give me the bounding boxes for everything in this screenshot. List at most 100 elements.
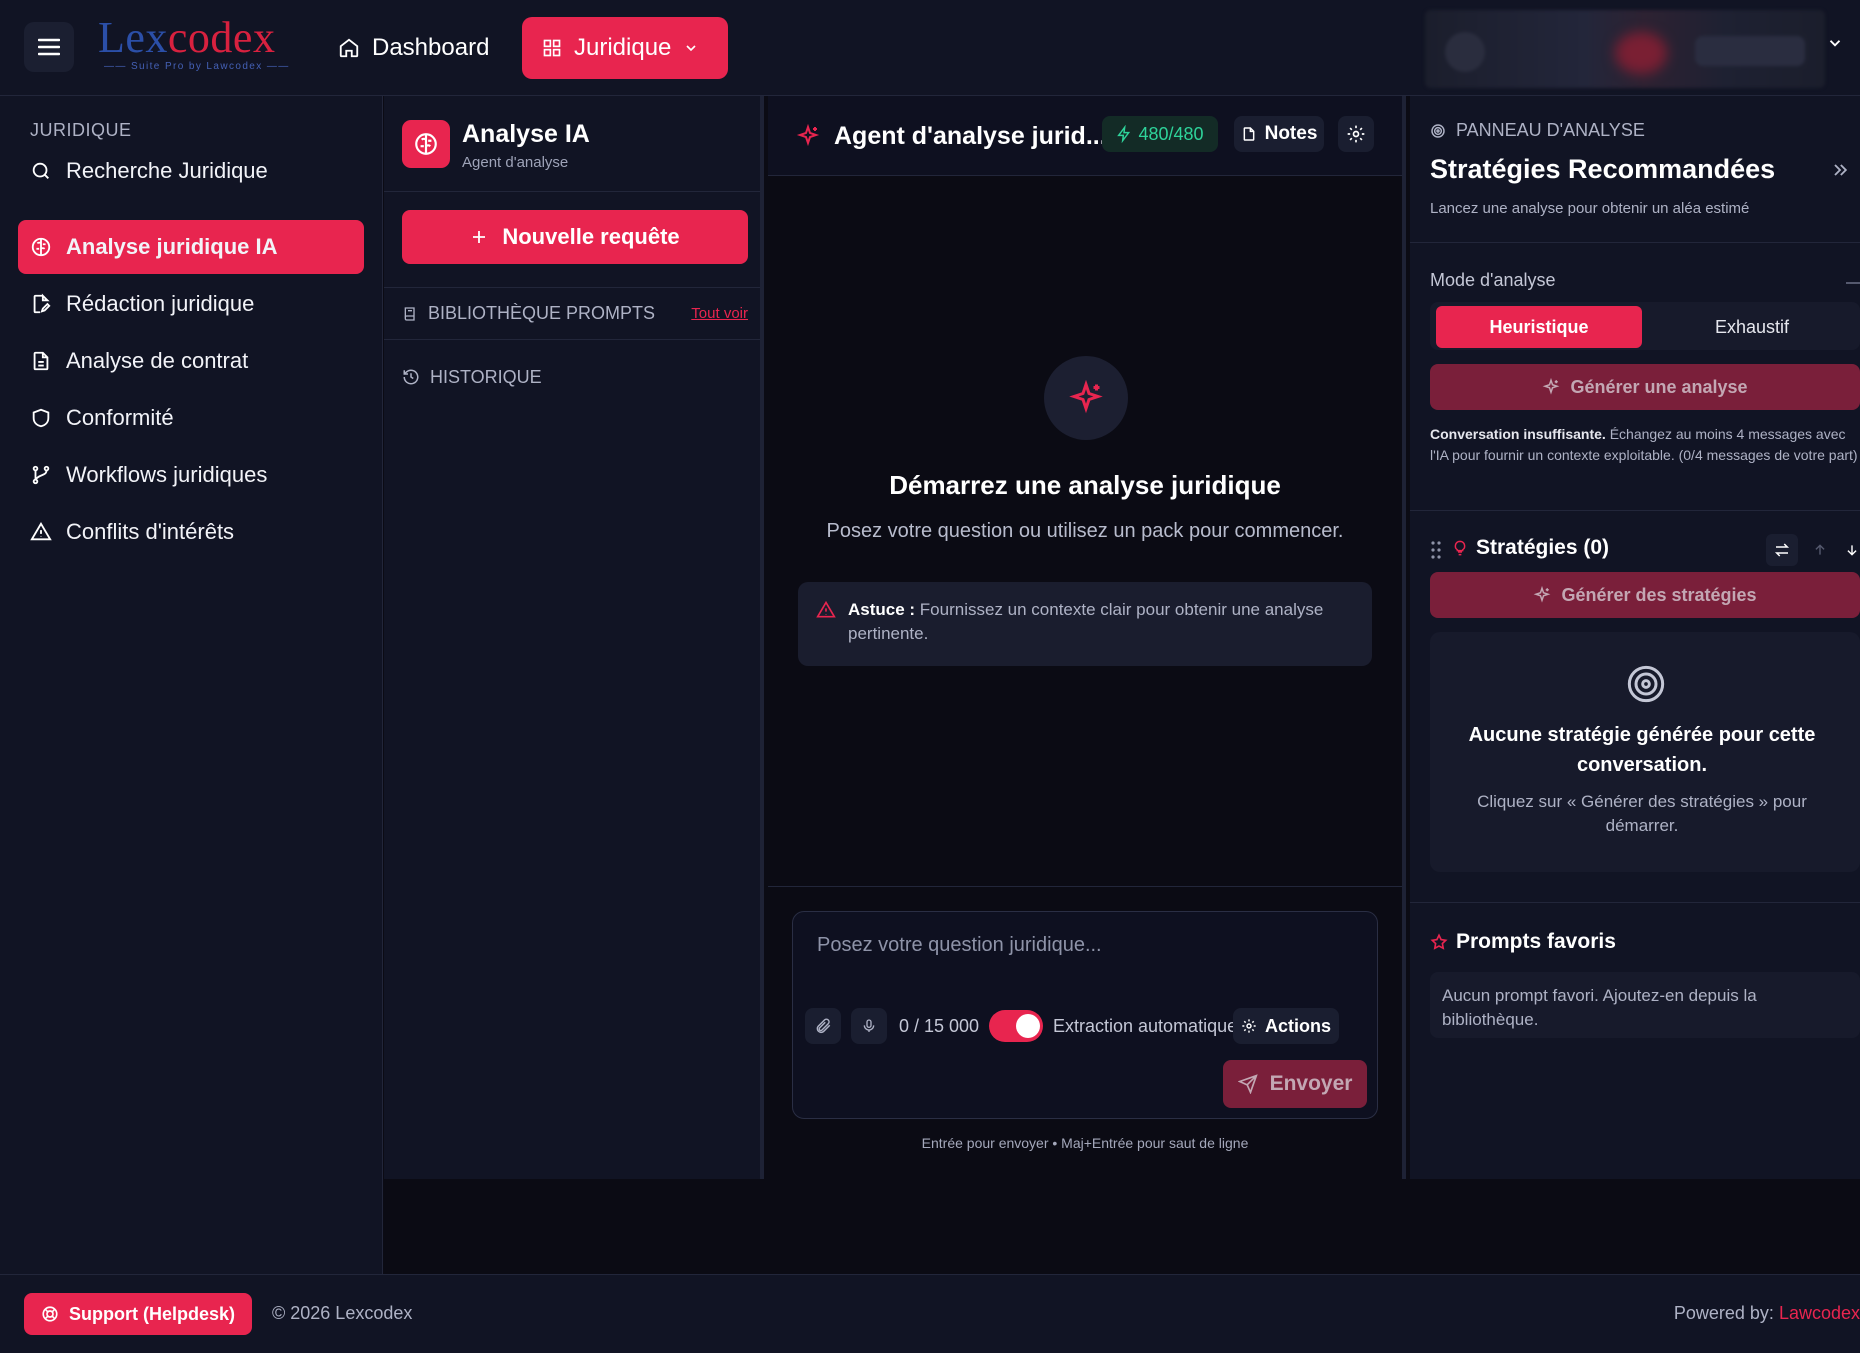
new-request-button[interactable]: Nouvelle requête — [402, 210, 748, 264]
chevrons-right-icon[interactable] — [1830, 160, 1850, 180]
favorites-title: Prompts favoris — [1430, 930, 1616, 954]
sidebar-item-conformite[interactable]: Conformité — [18, 391, 364, 445]
powered-by: Powered by: Lawcodex — [1673, 1303, 1860, 1323]
history-icon — [403, 369, 419, 385]
library-subtitle: Agent d'analyse — [462, 154, 569, 171]
sidebar-item-recherche[interactable]: Recherche Juridique — [18, 144, 364, 198]
collapse-dash[interactable] — [1846, 282, 1860, 284]
swap-button[interactable] — [1766, 534, 1798, 566]
footer: Support (Helpdesk) © 2026 Lexcodex Power… — [0, 1274, 1860, 1353]
tip-text: Astuce : Fournissez un contexte clair po… — [848, 600, 1324, 643]
file-pen-icon — [33, 293, 51, 314]
mode-option-heuristique[interactable]: Heuristique — [1436, 306, 1642, 348]
auto-extract-toggle[interactable] — [989, 1010, 1043, 1042]
brain-icon — [402, 120, 450, 168]
chevron-down-icon — [686, 45, 696, 52]
mode-toggle: Heuristique Exhaustif — [1430, 302, 1860, 350]
logo-wordmark: Lexcodex — [98, 13, 276, 62]
history-section[interactable]: HISTORIQUE — [384, 356, 760, 398]
search-icon — [32, 162, 49, 179]
copyright: © 2026 Lexcodex — [272, 1303, 413, 1323]
menu-button[interactable] — [24, 22, 74, 72]
chat-composer[interactable]: Posez votre question juridique... 0 / 15… — [792, 911, 1378, 1119]
sidebar-item-redaction[interactable]: Rédaction juridique — [18, 277, 364, 331]
chat-input-area: Posez votre question juridique... 0 / 15… — [768, 886, 1402, 1179]
gear-icon — [1347, 125, 1365, 143]
chat-header: Agent d'analyse jurid... 480/480 Notes — [768, 96, 1402, 176]
toggle-knob — [1016, 1014, 1040, 1038]
plus-icon — [473, 231, 486, 243]
target-icon — [1431, 123, 1445, 138]
support-button[interactable]: Support (Helpdesk) — [24, 1293, 252, 1335]
actions-button[interactable]: Actions — [1233, 1008, 1339, 1044]
mode-label: Mode d'analyse — [1430, 270, 1556, 290]
grid-icon — [543, 39, 561, 57]
drag-handle-icon[interactable] — [1430, 540, 1442, 560]
sparkles-icon — [1534, 586, 1551, 603]
generate-analysis-button[interactable]: Générer une analyse — [1430, 364, 1860, 410]
warning-icon — [816, 600, 836, 618]
library-header: Analyse IA Agent d'analyse — [384, 96, 760, 192]
sidebar-item-analyse-ia[interactable]: Analyse juridique IA — [18, 220, 364, 274]
prompt-library-label: BIBLIOTHÈQUE PROMPTS — [402, 288, 655, 339]
sparkles-icon — [1044, 356, 1128, 440]
move-down-button[interactable] — [1838, 534, 1860, 566]
nav-juridique-label: Juridique — [574, 34, 672, 61]
attach-button[interactable] — [805, 1008, 841, 1044]
new-request-label: Nouvelle requête — [502, 224, 680, 249]
auto-extract-label: Extraction automatique — [1053, 1016, 1238, 1036]
library-panel: Analyse IA Agent d'analyse Nouvelle requ… — [384, 96, 764, 1179]
sidebar-item-conflits[interactable]: Conflits d'intérêts — [18, 505, 364, 559]
analysis-panel: PANNEAU D'ANALYSE Stratégies Recommandée… — [1410, 96, 1860, 1179]
panel-subtitle: Lancez une analyse pour obtenir un aléa … — [1430, 200, 1750, 217]
nav-dashboard[interactable]: Dashboard — [338, 28, 489, 68]
arrow-down-icon — [1847, 545, 1857, 556]
chat-settings-button[interactable] — [1338, 116, 1374, 152]
sidebar-item-label: Conformité — [66, 405, 174, 430]
strategies-title: Stratégies (0) — [1452, 536, 1609, 560]
panel-eyebrow: PANNEAU D'ANALYSE — [1430, 120, 1645, 141]
question-input[interactable]: Posez votre question juridique... — [817, 934, 1102, 957]
sidebar-item-contrat[interactable]: Analyse de contrat — [18, 334, 364, 388]
chevron-down-icon[interactable] — [1826, 34, 1844, 52]
gear-icon — [1242, 1019, 1256, 1033]
file-icon — [1243, 127, 1254, 141]
divider — [1410, 510, 1860, 511]
book-icon — [404, 306, 415, 321]
sidebar: JURIDIQUE Recherche Juridique Analyse ju… — [0, 96, 383, 1274]
move-up-button[interactable] — [1806, 534, 1834, 566]
microphone-button[interactable] — [851, 1008, 887, 1044]
sidebar-item-label: Conflits d'intérêts — [66, 519, 235, 544]
home-icon — [339, 38, 359, 58]
divider — [1410, 242, 1860, 243]
sidebar-item-label: Workflows juridiques — [66, 462, 268, 487]
powered-by-brand-link[interactable]: Lawcodex — [1779, 1303, 1860, 1323]
logo-tagline: —— Suite Pro by Lawcodex —— — [104, 61, 290, 72]
history-label: HISTORIQUE — [402, 356, 542, 398]
zap-icon — [1117, 125, 1131, 143]
strategies-header: Stratégies (0) — [1430, 532, 1860, 568]
tip-box: Astuce : Fournissez un contexte clair po… — [798, 582, 1372, 666]
lightbulb-icon — [1454, 540, 1466, 556]
prompt-library-section[interactable]: BIBLIOTHÈQUE PROMPTS Tout voir — [384, 287, 760, 340]
sidebar-section-title: JURIDIQUE — [30, 120, 132, 140]
mode-option-exhaustif[interactable]: Exhaustif — [1652, 306, 1852, 348]
strategies-empty-subtitle: Cliquez sur « Générer des stratégies » p… — [1477, 792, 1807, 835]
send-icon — [1237, 1074, 1258, 1094]
user-area-blurred[interactable] — [1425, 10, 1825, 88]
see-all-link[interactable]: Tout voir — [691, 288, 748, 339]
sidebar-item-label: Analyse juridique IA — [66, 234, 278, 259]
character-count: 0 / 15 000 — [899, 1016, 980, 1036]
target-icon — [1627, 665, 1665, 703]
nav-juridique-dropdown[interactable]: Juridique — [522, 17, 728, 79]
sidebar-item-workflows[interactable]: Workflows juridiques — [18, 448, 364, 502]
swap-icon — [1774, 543, 1790, 557]
send-button[interactable]: Envoyer — [1223, 1060, 1367, 1108]
generate-strategies-button[interactable]: Générer des stratégies — [1430, 572, 1860, 618]
warning-icon — [30, 521, 52, 541]
shield-icon — [32, 408, 50, 428]
empty-state-subtitle: Posez votre question ou utilisez un pack… — [826, 520, 1344, 542]
git-branch-icon — [32, 465, 50, 485]
notes-button[interactable]: Notes — [1234, 116, 1324, 152]
logo[interactable]: Lexcodex —— Suite Pro by Lawcodex —— — [98, 16, 298, 76]
